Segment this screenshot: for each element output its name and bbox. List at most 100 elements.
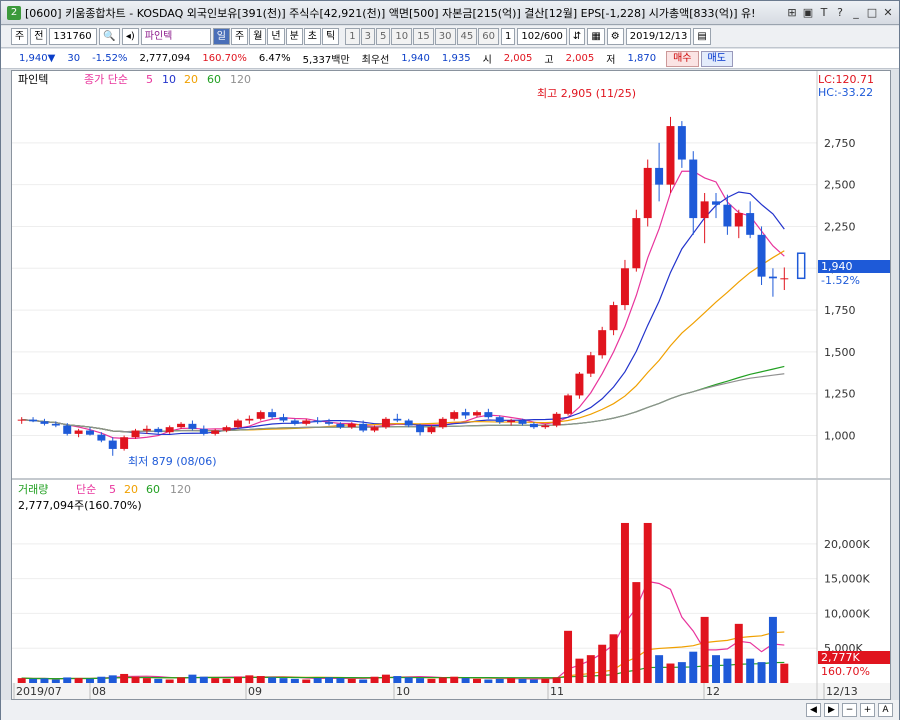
candle-body [484,412,493,418]
stock-name[interactable]: 파인텍 [140,28,211,45]
candle-body [108,440,117,449]
count-input[interactable]: 102/600 [517,28,567,45]
step-3[interactable]: 3 [360,28,375,45]
close-icon[interactable]: ✕ [881,6,895,20]
buy-button[interactable]: 매수 [666,50,699,67]
candle-body [564,395,573,414]
vol-period-20: 20 [124,483,138,496]
minimize-icon[interactable]: _ [849,6,863,20]
candle-body [620,268,629,306]
candle-body [666,126,675,185]
ma-line-10 [21,191,785,436]
volume-bar [712,655,720,683]
lc-value: LC:120.71 [818,73,874,86]
ma-period-20: 20 [184,73,198,86]
pin-icon[interactable]: T [817,6,831,20]
turnover: 6.47% [258,53,291,64]
high-price: 2,005 [565,53,595,64]
calendar-icon[interactable]: ▤ [693,28,711,45]
candle-body [325,422,333,424]
settings-icon[interactable]: ⚙ [606,28,624,45]
volume-bar [666,663,675,683]
volume-bar [222,678,231,683]
step-1[interactable]: 1 [345,28,360,45]
volume-bar [86,678,94,683]
volume-bar [290,678,299,683]
last-price-percent: -1.52% [821,274,860,287]
volume-ma-label: 단순 [76,483,96,496]
volume-bar [643,522,652,683]
candle-body [780,278,789,280]
volume-bar [461,678,470,683]
candle-body [723,204,732,227]
candle-body [279,417,288,421]
tab-1[interactable]: 주 [230,28,249,45]
sound-icon[interactable]: ◂) [121,28,139,45]
x-axis-label: 10 [396,685,410,698]
step-30[interactable]: 30 [434,28,456,45]
step-45[interactable]: 45 [456,28,478,45]
search-icon[interactable]: 🔍 [99,28,120,45]
tab-6[interactable]: 틱 [322,28,340,45]
chart-area[interactable]: 2,7502,5002,2502,0001,7501,5001,2501,000… [11,70,892,700]
save-icon[interactable]: ▣ [801,6,815,20]
volume-bar [381,674,390,683]
candle-body [188,423,197,429]
candle-body [768,276,777,279]
candle-body [552,413,561,426]
volume-bar [211,678,220,683]
maximize-icon[interactable]: □ [865,6,879,20]
compare-icon[interactable]: ⇵ [568,28,586,45]
zoom-in-icon[interactable]: + [860,703,875,717]
candle-body [655,167,664,185]
low-price: 1,870 [627,53,657,64]
volume-bar [450,676,459,683]
step-5[interactable]: 5 [375,28,391,45]
tab-2[interactable]: 월 [249,28,267,45]
open-label: 시 [482,55,492,66]
help-icon[interactable]: ? [833,6,847,20]
candle-body [63,425,72,434]
volume-bar [529,679,538,683]
period-select[interactable]: 주 [11,28,29,45]
candle-body [154,428,163,433]
candle-body [233,420,242,428]
volume-bar [541,678,550,683]
mode-select[interactable]: 전 [30,28,48,45]
unit-input[interactable]: 1 [501,28,516,45]
candle-body [427,427,436,433]
candle-body [586,355,595,374]
price-volume-chart[interactable]: 2,7502,5002,2502,0001,7501,5001,2501,000… [12,71,892,699]
volume-bar [598,644,607,683]
ma-line-20 [21,250,785,433]
step-10[interactable]: 10 [391,28,413,45]
candle-body [746,213,755,235]
tab-5[interactable]: 초 [303,28,321,45]
volume-bar [768,616,777,683]
tab-0[interactable]: 일 [212,28,230,45]
price-y-tick: 2,750 [824,137,856,150]
scroll-left-icon[interactable]: ◀ [806,703,821,717]
date-input[interactable]: 2019/12/13 [625,28,692,45]
volume-bar [40,678,49,683]
candle-body [313,420,322,423]
tab-3[interactable]: 년 [267,28,285,45]
tab-4[interactable]: 분 [285,28,303,45]
volume-bar [120,673,129,683]
step-15[interactable]: 15 [413,28,434,45]
candle-body [302,420,311,424]
candle-body [370,427,379,431]
link-icon[interactable]: ⊞ [785,6,799,20]
volume-bar [313,678,322,683]
grid-icon[interactable]: ▦ [587,28,605,45]
volume-bar [700,616,709,683]
font-icon[interactable]: A [878,703,893,717]
scroll-right-icon[interactable]: ▶ [824,703,839,717]
candle-body [381,418,390,428]
volume-bar [29,678,38,683]
x-axis-label: 09 [248,685,262,698]
sell-button[interactable]: 매도 [700,50,733,67]
step-60[interactable]: 60 [478,28,499,45]
code-input[interactable]: 131760 [49,28,98,45]
zoom-out-icon[interactable]: − [842,703,857,717]
